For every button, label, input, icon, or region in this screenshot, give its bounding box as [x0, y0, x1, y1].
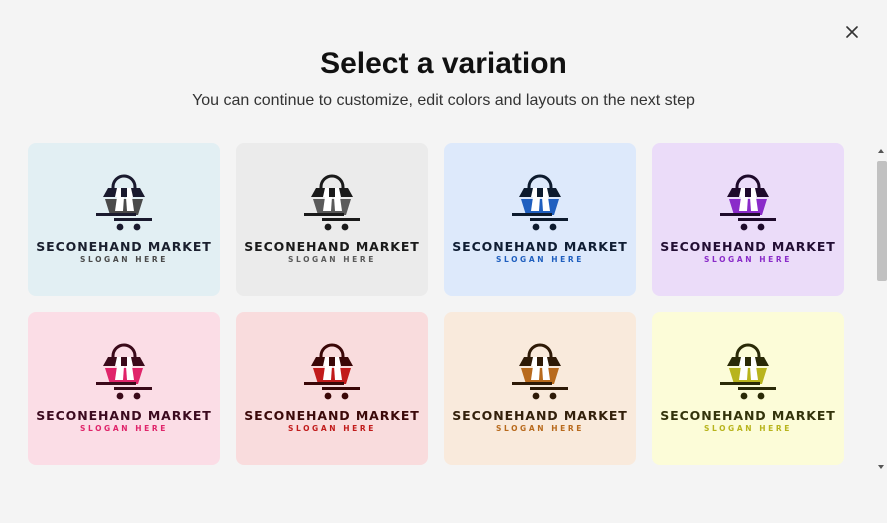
- close-icon: [846, 26, 858, 38]
- brand-name: SECONEHAND MARKET: [452, 408, 628, 423]
- brand-name: SECONEHAND MARKET: [36, 239, 212, 254]
- variation-card[interactable]: SECONEHAND MARKET SLOGAN HERE: [652, 143, 844, 296]
- slogan-text: SLOGAN HERE: [287, 424, 377, 433]
- shopping-basket-logo-icon: [512, 174, 568, 231]
- variation-card[interactable]: SECONEHAND MARKET SLOGAN HERE: [444, 143, 636, 296]
- variation-card[interactable]: SECONEHAND MARKET SLOGAN HERE: [236, 312, 428, 465]
- slogan-text: SLOGAN HERE: [287, 255, 377, 264]
- variation-grid: SECONEHAND MARKET SLOGAN HERE SECONEHAND M…: [28, 143, 844, 465]
- shopping-basket-logo-icon: [96, 174, 152, 231]
- brand-name: SECONEHAND MARKET: [244, 408, 420, 423]
- slogan-text: SLOGAN HERE: [495, 255, 585, 264]
- brand-name: SECONEHAND MARKET: [244, 239, 420, 254]
- scroll-up-arrow-icon[interactable]: [877, 147, 885, 155]
- variation-card[interactable]: SECONEHAND MARKET SLOGAN HERE: [652, 312, 844, 465]
- brand-name: SECONEHAND MARKET: [36, 408, 212, 423]
- slogan-text: SLOGAN HERE: [495, 424, 585, 433]
- dialog-subtitle: You can continue to customize, edit colo…: [192, 92, 695, 109]
- shopping-basket-logo-icon: [512, 343, 568, 400]
- dialog-title: Select a variation: [320, 47, 567, 80]
- brand-name: SECONEHAND MARKET: [452, 239, 628, 254]
- scroll-thumb[interactable]: [877, 161, 887, 281]
- variation-card[interactable]: SECONEHAND MARKET SLOGAN HERE: [28, 312, 220, 465]
- variation-card[interactable]: SECONEHAND MARKET SLOGAN HERE: [236, 143, 428, 296]
- slogan-text: SLOGAN HERE: [79, 424, 169, 433]
- variation-card[interactable]: SECONEHAND MARKET SLOGAN HERE: [444, 312, 636, 465]
- scrollbar[interactable]: [875, 143, 887, 477]
- shopping-basket-logo-icon: [720, 174, 776, 231]
- slogan-text: SLOGAN HERE: [703, 424, 793, 433]
- shopping-basket-logo-icon: [304, 343, 360, 400]
- variation-card[interactable]: SECONEHAND MARKET SLOGAN HERE: [28, 143, 220, 296]
- close-button[interactable]: [840, 20, 864, 44]
- scroll-down-arrow-icon[interactable]: [877, 463, 885, 471]
- shopping-basket-logo-icon: [304, 174, 360, 231]
- shopping-basket-logo-icon: [720, 343, 776, 400]
- brand-name: SECONEHAND MARKET: [660, 239, 836, 254]
- brand-name: SECONEHAND MARKET: [660, 408, 836, 423]
- shopping-basket-logo-icon: [96, 343, 152, 400]
- slogan-text: SLOGAN HERE: [79, 255, 169, 264]
- slogan-text: SLOGAN HERE: [703, 255, 793, 264]
